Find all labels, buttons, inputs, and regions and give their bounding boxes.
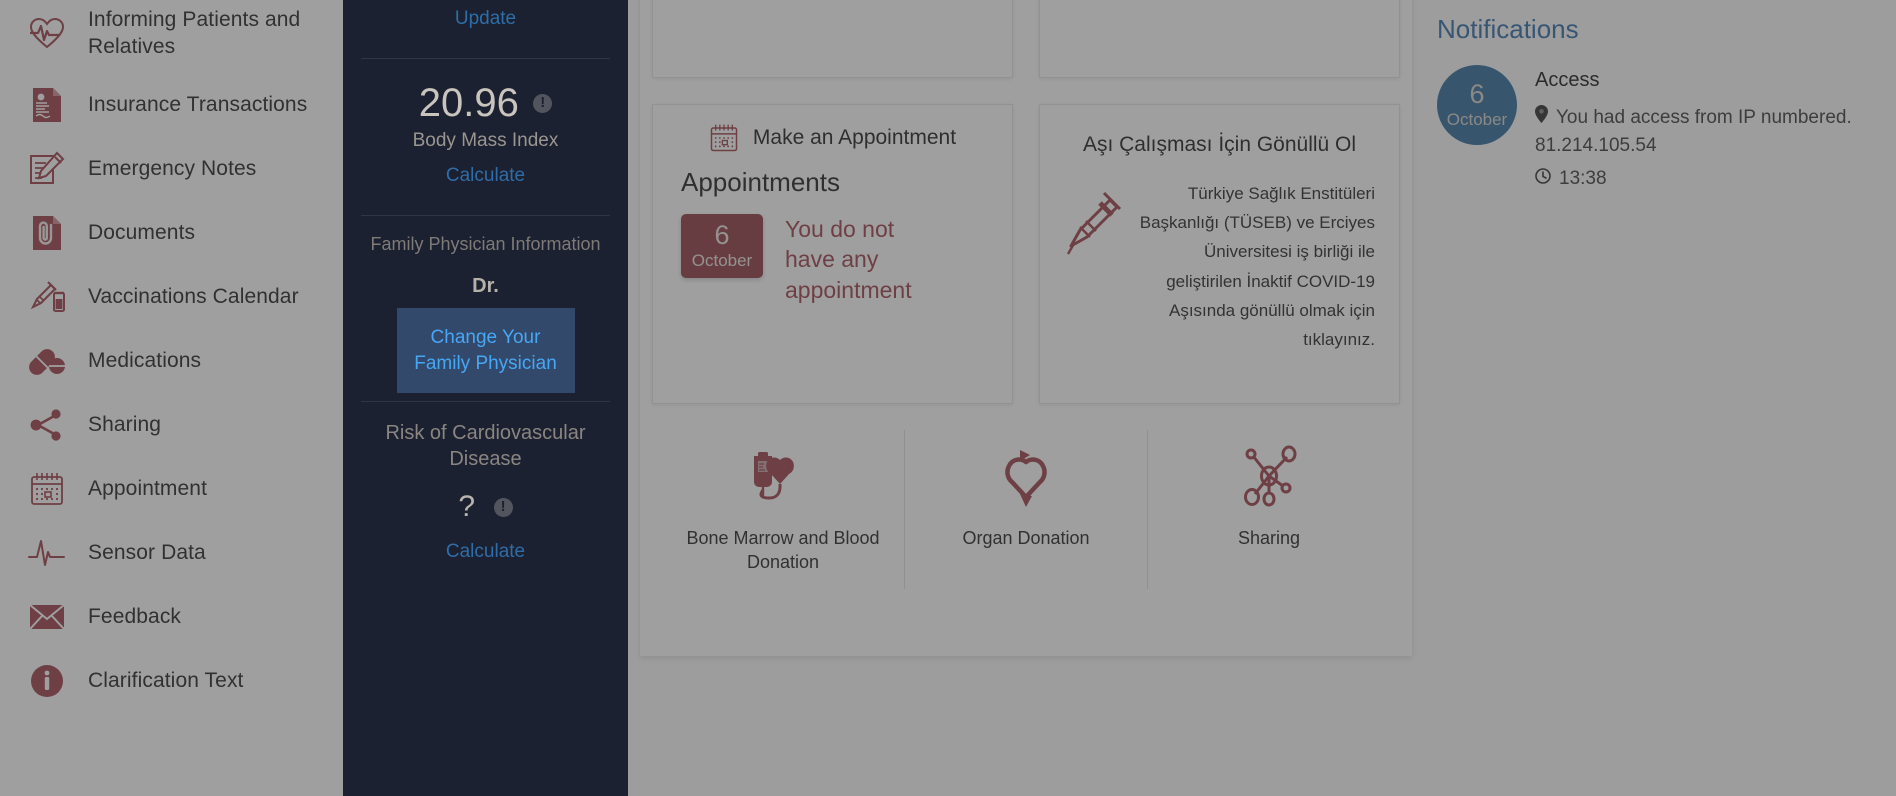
health-summary-panel: Update 20.96 ! Body Mass Index Calculate… <box>343 0 628 796</box>
cardiovascular-risk-title: Risk of Cardiovascular Disease <box>385 422 586 471</box>
notifications-title: Notifications <box>1437 14 1579 44</box>
shortcut-row: Bone Marrow and Blood Donation Organ Don… <box>652 430 1400 589</box>
top-card-right[interactable] <box>1039 0 1400 78</box>
appointments-card[interactable]: Make an Appointment Appointments 6 Octob… <box>652 104 1013 404</box>
bmi-calculate-link[interactable]: Calculate <box>357 165 614 187</box>
notification-day: 6 <box>1469 78 1485 109</box>
appointment-empty-row: 6 October You do not have any appointmen… <box>677 214 988 305</box>
sidebar-item-documents[interactable]: Documents <box>0 213 343 253</box>
insurance-document-icon <box>28 86 66 124</box>
bmi-info-icon[interactable]: ! <box>533 94 553 113</box>
left-sidebar: Informing Patients and Relatives Insuran… <box>0 0 343 796</box>
notification-time-row: 13:38 <box>1535 165 1876 193</box>
sidebar-item-label: Sharing <box>88 412 162 436</box>
sidebar-item-label: Clarification Text <box>88 668 244 692</box>
info-circle-icon <box>28 662 66 700</box>
blood-bag-heart-icon <box>668 440 898 514</box>
shortcut-label: Organ Donation <box>962 528 1090 548</box>
make-appointment-label: Make an Appointment <box>752 126 957 149</box>
shortcut-sharing[interactable]: Sharing <box>1147 430 1390 589</box>
bmi-value: 20.96 <box>418 81 519 125</box>
divider-2 <box>361 215 610 216</box>
sidebar-item-label: Medications <box>88 348 202 372</box>
calendar-icon <box>28 470 66 508</box>
doctor-name: Dr. <box>472 275 499 297</box>
notification-detail-row: You had access from IP numbered. 81.214.… <box>1535 104 1876 159</box>
risk-info-icon[interactable]: ! <box>493 497 513 517</box>
pill-capsule-icon <box>28 342 66 380</box>
sidebar-item-insurance-transactions[interactable]: Insurance Transactions <box>0 85 343 125</box>
change-family-physician-button[interactable]: Change Your Family Physician <box>396 308 575 394</box>
sidebar-item-label: Appointment <box>88 476 208 500</box>
notifications-panel: Notifications 6 October Access You had a… <box>1417 0 1896 796</box>
syringe-icon <box>1064 179 1126 259</box>
top-card-left[interactable] <box>652 0 1013 78</box>
appointment-date-badge: 6 October <box>681 214 763 278</box>
bmi-block: 20.96 ! Body Mass Index Calculate <box>357 81 614 187</box>
update-link[interactable]: Update <box>357 8 614 30</box>
sidebar-item-label: Emergency Notes <box>88 156 257 180</box>
shortcut-label: Sharing <box>1237 528 1301 548</box>
cardiovascular-risk-value-row: ? ! <box>357 490 614 524</box>
sidebar-item-label: Feedback <box>88 604 182 628</box>
vaccine-card-body: Türkiye Sağlık Enstitüleri Başkanlığı (T… <box>1064 179 1375 354</box>
sidebar-item-sharing[interactable]: Sharing <box>0 405 343 445</box>
sidebar-item-feedback[interactable]: Feedback <box>0 597 343 637</box>
make-appointment-header[interactable]: Make an Appointment <box>677 123 988 153</box>
sidebar-item-vaccinations-calendar[interactable]: Vaccinations Calendar <box>0 277 343 317</box>
paperclip-document-icon <box>28 214 66 252</box>
notification-month: October <box>1446 109 1508 129</box>
main-content-panel: Make an Appointment Appointments 6 Octob… <box>640 0 1412 656</box>
calendar-icon <box>709 123 739 153</box>
shortcut-label: Bone Marrow and Blood Donation <box>686 528 880 573</box>
sidebar-item-label: Informing Patients and Relatives <box>88 8 301 59</box>
sidebar-item-label: Sensor Data <box>88 540 206 564</box>
risk-value: ? <box>458 490 476 524</box>
family-physician-title: Family Physician Information <box>370 234 601 254</box>
no-appointment-message: You do not have any appointment <box>785 216 912 303</box>
sidebar-item-informing-patients[interactable]: Informing Patients and Relatives <box>0 6 343 61</box>
sidebar-item-sensor-data[interactable]: Sensor Data <box>0 533 343 573</box>
sidebar-item-medications[interactable]: Medications <box>0 341 343 381</box>
top-card-row <box>652 0 1400 78</box>
bmi-label: Body Mass Index <box>412 130 559 151</box>
notification-heading: Access <box>1535 69 1600 91</box>
location-pin-icon <box>1535 105 1548 123</box>
heart-pulse-icon <box>28 14 66 52</box>
clock-icon <box>1535 168 1551 184</box>
middle-card-row: Make an Appointment Appointments 6 Octob… <box>652 104 1400 404</box>
vaccine-volunteer-card[interactable]: Aşı Çalışması İçin Gönüllü Ol Türkiye Sa… <box>1039 104 1400 404</box>
notification-detail: You had access from IP numbered. 81.214.… <box>1535 107 1852 156</box>
risk-calculate-link[interactable]: Calculate <box>357 541 614 563</box>
date-day: 6 <box>714 219 730 250</box>
divider-1 <box>361 58 610 59</box>
sidebar-item-label: Vaccinations Calendar <box>88 284 299 308</box>
sidebar-item-label: Documents <box>88 220 196 244</box>
sidebar-item-emergency-notes[interactable]: Emergency Notes <box>0 149 343 189</box>
notification-body: Access You had access from IP numbered. … <box>1535 65 1876 193</box>
share-network-icon <box>1154 440 1384 514</box>
notification-date-circle: 6 October <box>1437 65 1517 145</box>
app-root: Informing Patients and Relatives Insuran… <box>0 0 1896 796</box>
envelope-icon <box>28 598 66 636</box>
heartbeat-line-icon <box>28 534 66 572</box>
notification-time: 13:38 <box>1559 168 1607 190</box>
note-pencil-icon <box>28 150 66 188</box>
sidebar-item-appointment[interactable]: Appointment <box>0 469 343 509</box>
syringe-vial-icon <box>28 278 66 316</box>
divider-3 <box>361 401 610 403</box>
shortcut-organ-donation[interactable]: Organ Donation <box>904 430 1147 589</box>
sidebar-item-label: Insurance Transactions <box>88 92 308 116</box>
vaccine-card-text: Türkiye Sağlık Enstitüleri Başkanlığı (T… <box>1139 184 1375 350</box>
date-month: October <box>691 250 753 270</box>
organ-heart-arrow-icon <box>911 440 1141 514</box>
share-nodes-icon <box>28 406 66 444</box>
sidebar-item-clarification-text[interactable]: Clarification Text <box>0 661 343 701</box>
notification-item[interactable]: 6 October Access You had access from IP … <box>1437 65 1876 193</box>
vaccine-card-title: Aşı Çalışması İçin Gönüllü Ol <box>1082 133 1357 156</box>
appointments-title: Appointments <box>681 167 840 197</box>
shortcut-bone-marrow-blood-donation[interactable]: Bone Marrow and Blood Donation <box>662 430 904 589</box>
